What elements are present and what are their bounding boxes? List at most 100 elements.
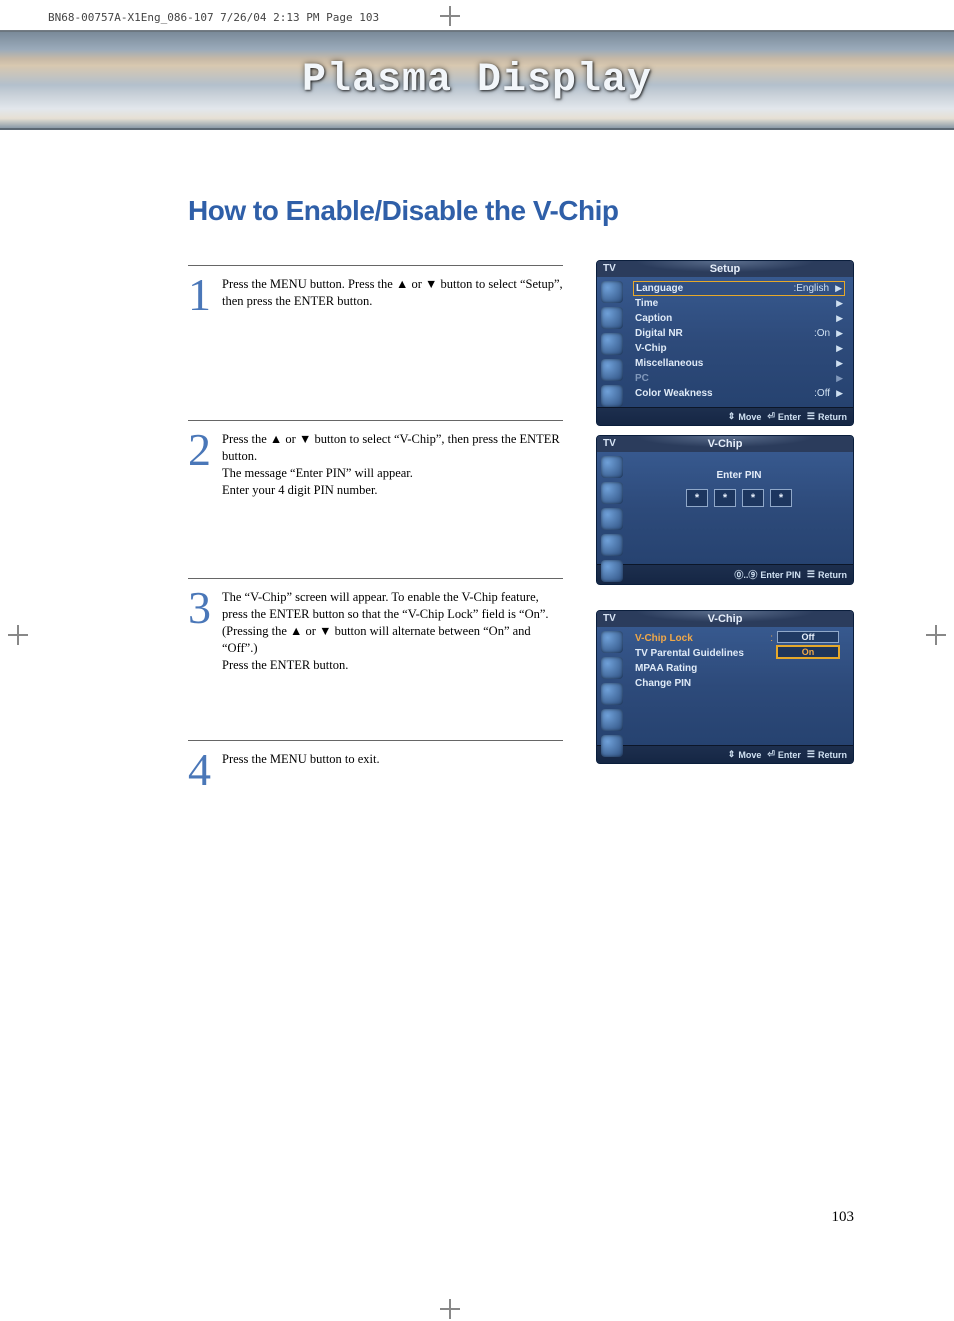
updown-icon: ⇕ [728, 749, 736, 760]
row-value: English [796, 283, 829, 294]
setup-icon [601, 735, 623, 757]
enter-icon: ⏎ [767, 749, 775, 760]
step-number: 3 [188, 587, 222, 628]
step-number: 4 [188, 749, 222, 790]
setup-icon [601, 534, 623, 556]
row-label: PC [635, 373, 836, 384]
banner: Plasma Display [0, 30, 954, 130]
row-label: Language [636, 283, 787, 294]
menu-row-caption[interactable]: Caption ▶ [633, 311, 845, 326]
menu-row-time[interactable]: Time ▶ [633, 296, 845, 311]
foot-enter: Enter [778, 750, 801, 760]
chevron-right-icon: ▶ [836, 343, 843, 354]
menu-row-language[interactable]: Language : English ▶ [633, 281, 845, 296]
crop-mark-bottom [440, 1299, 460, 1319]
menu-row-vchip-lock[interactable]: V-Chip Lock : [633, 631, 775, 646]
osd-footer: ⇕Move ⏎Enter ☰Return [597, 407, 853, 425]
osd-tv-label: TV [603, 263, 616, 274]
page-title: How to Enable/Disable the V-Chip [188, 195, 619, 227]
osd-footer: ⇕Move ⏎Enter ☰Return [597, 745, 853, 763]
foot-move: Move [738, 412, 761, 422]
setup-icon [601, 560, 623, 582]
row-label: Time [635, 298, 836, 309]
setup-icon [601, 683, 623, 705]
pin-row: * * * * [633, 489, 845, 507]
crop-mark-right [926, 625, 946, 645]
foot-return: Return [818, 412, 847, 422]
menu-row-tv-guidelines[interactable]: TV Parental Guidelines [633, 646, 775, 661]
row-label: Change PIN [635, 678, 773, 689]
return-icon: ☰ [807, 411, 815, 422]
step-1: 1 Press the MENU button. Press the ▲ or … [188, 265, 563, 410]
pin-digit[interactable]: * [742, 489, 764, 507]
pin-digit[interactable]: * [770, 489, 792, 507]
step-text: Press the MENU button to exit. [222, 749, 380, 768]
row-label: TV Parental Guidelines [635, 648, 773, 659]
step-text: Press the MENU button. Press the ▲ or ▼ … [222, 274, 563, 310]
setup-icon [601, 657, 623, 679]
foot-move: Move [738, 750, 761, 760]
foot-return: Return [818, 570, 847, 580]
chevron-right-icon: ▶ [836, 328, 843, 339]
osd-header: TV V-Chip [597, 436, 853, 452]
option-off[interactable]: Off [777, 631, 839, 643]
step-3: 3 The “V-Chip” screen will appear. To en… [188, 578, 563, 730]
chevron-right-icon: ▶ [836, 358, 843, 369]
chevron-right-icon: ▶ [836, 313, 843, 324]
menu-row-misc[interactable]: Miscellaneous ▶ [633, 356, 845, 371]
osd-setup: TV Setup Language : English ▶ Time ▶ [596, 260, 854, 426]
chevron-right-icon: ▶ [836, 298, 843, 309]
row-label: Digital NR [635, 328, 808, 339]
osd-footer: ⓪..⑨Enter PIN ☰Return [597, 564, 853, 584]
row-label: Miscellaneous [635, 358, 836, 369]
row-value: Off [817, 388, 830, 399]
option-on[interactable]: On [777, 646, 839, 658]
crop-info: BN68-00757A-X1Eng_086-107 7/26/04 2:13 P… [48, 11, 379, 24]
setup-icon [601, 281, 623, 303]
crop-mark-top [440, 6, 460, 26]
step-text: Press the ▲ or ▼ button to select “V-Chi… [222, 429, 563, 499]
return-icon: ☰ [807, 569, 815, 580]
updown-icon: ⇕ [728, 411, 736, 422]
osd-vchip-settings: TV V-Chip V-Chip Lock : TV Parental Guid [596, 610, 854, 764]
setup-icon [601, 631, 623, 653]
page-number: 103 [832, 1209, 855, 1226]
osd-header: TV V-Chip [597, 611, 853, 627]
osd-icon-strip [601, 281, 625, 411]
pin-digit[interactable]: * [714, 489, 736, 507]
osd-tv-label: TV [603, 438, 616, 449]
menu-row-digital-nr[interactable]: Digital NR : On ▶ [633, 326, 845, 341]
foot-return: Return [818, 750, 847, 760]
osd-enter-pin: TV V-Chip Enter PIN * * * * ⓪..⑨Enter PI… [596, 435, 854, 585]
menu-row-pc: PC ▶ [633, 371, 845, 386]
setup-icon [601, 482, 623, 504]
osd-title: V-Chip [708, 613, 743, 625]
setup-icon [601, 333, 623, 355]
row-label: V-Chip [635, 343, 836, 354]
chevron-right-icon: ▶ [835, 283, 842, 294]
crop-mark-left [8, 625, 28, 645]
row-label: MPAA Rating [635, 663, 773, 674]
osd-title: V-Chip [708, 438, 743, 450]
steps: 1 Press the MENU button. Press the ▲ or … [188, 265, 563, 800]
osd-title: Setup [710, 263, 741, 275]
osd-icon-strip [601, 631, 625, 761]
osd-header: TV Setup [597, 261, 853, 277]
menu-row-mpaa[interactable]: MPAA Rating [633, 661, 775, 676]
pin-digit[interactable]: * [686, 489, 708, 507]
chevron-right-icon: ▶ [836, 373, 843, 384]
row-value: On [817, 328, 830, 339]
menu-row-vchip[interactable]: V-Chip ▶ [633, 341, 845, 356]
return-icon: ☰ [807, 749, 815, 760]
enter-pin-label: Enter PIN [633, 470, 845, 481]
menu-row-color-weakness[interactable]: Color Weakness : Off ▶ [633, 386, 845, 401]
foot-enter-pin: Enter PIN [760, 570, 801, 580]
osd-icon-strip [601, 456, 625, 585]
number-icon: ⓪..⑨ [734, 568, 757, 581]
chevron-right-icon: ▶ [836, 388, 843, 399]
banner-title: Plasma Display [302, 58, 652, 103]
setup-icon [601, 307, 623, 329]
menu-row-change-pin[interactable]: Change PIN [633, 676, 775, 691]
row-label: V-Chip Lock [635, 633, 764, 644]
row-label: Color Weakness [635, 388, 808, 399]
